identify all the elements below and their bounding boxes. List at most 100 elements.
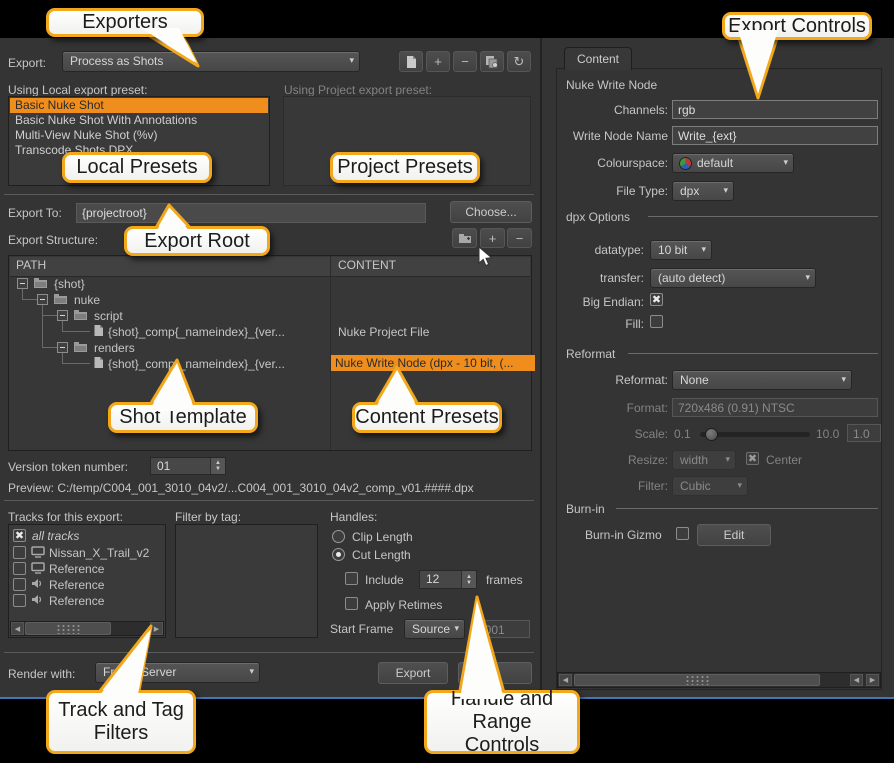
spin-down-icon[interactable]: ▼ [466,580,472,586]
track-item[interactable]: all tracks [32,529,79,543]
expander-icon[interactable] [57,310,68,321]
export-to-input[interactable]: {projectroot} [76,203,426,223]
clip-length-label: Clip Length [352,530,413,544]
export-label: Export: [8,56,46,70]
center-label: Center [766,453,802,467]
tree-row[interactable]: renders [94,341,135,355]
choose-button[interactable]: Choose... [450,201,532,223]
filter-by-tag-list[interactable] [175,524,318,638]
start-frame-dropdown[interactable]: Source ▾ [404,619,465,639]
tree-row[interactable]: script [94,309,123,323]
tree-row[interactable]: {shot} [54,277,85,291]
expander-icon[interactable] [57,342,68,353]
colourspace-dropdown[interactable]: default ▾ [672,153,794,173]
chevron-down-icon: ▾ [725,454,730,465]
add-path-button[interactable]: + [480,228,505,248]
reformat-dropdown[interactable]: None ▾ [672,370,852,390]
project-preset-label: Using Project export preset: [284,83,432,97]
all-tracks-checkbox[interactable]: ✖ [13,529,26,542]
channels-input[interactable]: rgb [672,100,878,119]
scroll-left-icon[interactable]: ◀ [11,622,24,635]
center-checkbox[interactable]: ✖ [746,452,759,465]
channels-label: Channels: [560,103,668,117]
big-endian-checkbox[interactable]: ✖ [650,293,663,306]
file-type-dropdown[interactable]: dpx ▾ [672,181,734,201]
expander-icon[interactable] [37,294,48,305]
scroll-left-icon[interactable]: ◀ [559,674,572,686]
burnin-gizmo-label: Burn-in Gizmo [585,528,662,542]
write-node-name-input[interactable]: Write_{ext} [672,126,878,145]
frames-spinner[interactable]: 12 ▲▼ [419,570,477,589]
revert-preset-button[interactable]: ↻ [507,51,531,72]
track-item[interactable]: Reference [49,594,161,608]
fill-checkbox[interactable] [650,315,663,328]
path-column-header[interactable]: PATH [16,258,46,272]
include-checkbox[interactable] [345,572,358,585]
chevron-down-icon: ▾ [349,55,354,66]
tree-row-content-selected[interactable]: Nuke Write Node (dpx - 10 bit, (... [331,355,535,371]
version-token-spinner[interactable]: 01 ▲▼ [150,457,226,475]
new-folder-button[interactable] [452,228,477,248]
track-checkbox[interactable] [13,546,26,559]
list-item[interactable]: Basic Nuke Shot With Annotations [10,113,268,128]
clip-length-radio[interactable] [332,530,345,543]
scale-min: 0.1 [674,427,691,441]
tree-row[interactable]: {shot}_comp{_nameindex}_{ver... [108,325,326,339]
plus-icon: + [434,54,442,69]
file-icon [93,356,104,369]
spinner-arrows-icon[interactable]: ▲▼ [210,458,225,474]
transfer-value: (auto detect) [658,271,725,285]
secondary-button[interactable] [458,662,532,684]
tree-header [10,257,530,277]
scroll-right-icon[interactable]: ▶ [866,674,879,686]
scrollbar-thumb[interactable] [25,622,111,635]
scale-slider-handle[interactable] [705,428,718,441]
filter-dropdown[interactable]: Cubic ▾ [672,476,748,496]
track-checkbox[interactable] [13,562,26,575]
edit-button[interactable]: Edit [697,524,771,546]
track-checkbox[interactable] [13,594,26,607]
tree-row[interactable]: {shot}_comp{_nameindex}_{ver... [108,357,326,371]
spinner-arrows-icon[interactable]: ▲▼ [461,571,476,588]
track-item[interactable]: Reference [49,562,161,576]
add-preset-button[interactable]: + [426,51,450,72]
new-preset-button[interactable] [399,51,423,72]
tree-row-content[interactable]: Nuke Project File [338,325,528,339]
track-item[interactable]: Nissan_X_Trail_v2 [49,546,161,560]
expander-icon[interactable] [17,278,28,289]
track-checkbox[interactable] [13,578,26,591]
exporter-dropdown[interactable]: Process as Shots ▾ [62,51,360,72]
list-item[interactable]: Multi-View Nuke Shot (%v) [10,128,268,143]
content-column-header[interactable]: CONTENT [338,258,396,272]
folder-icon [53,293,68,305]
spin-down-icon[interactable]: ▼ [215,466,221,472]
remove-preset-button[interactable]: − [453,51,477,72]
remove-path-button[interactable]: − [507,228,532,248]
datatype-dropdown[interactable]: 10 bit ▾ [650,240,712,260]
scroll-right-icon[interactable]: ▶ [150,622,163,635]
track-item[interactable]: Reference [49,578,161,592]
cut-length-radio[interactable] [332,548,345,561]
render-with-label: Render with: [8,667,75,681]
resize-dropdown[interactable]: width ▾ [672,450,736,470]
apply-retimes-checkbox[interactable] [345,597,358,610]
datatype-value: 10 bit [658,243,687,257]
reformat-title: Reformat [566,347,615,361]
scrollbar-thumb[interactable] [574,674,820,686]
burnin-gizmo-checkbox[interactable] [676,527,689,540]
list-item[interactable]: Basic Nuke Shot [10,98,268,113]
scroll-left-icon[interactable]: ◀ [850,674,863,686]
transfer-dropdown[interactable]: (auto detect) ▾ [650,268,816,288]
tree-row[interactable]: nuke [74,293,100,307]
local-preset-label: Using Local export preset: [8,83,147,97]
column-divider [330,256,331,450]
content-hscrollbar[interactable]: ◀ ◀ ▶ [557,672,881,688]
tracks-hscrollbar[interactable]: ◀ ▶ [10,621,164,636]
duplicate-preset-button[interactable] [480,51,504,72]
render-with-dropdown[interactable]: Frame Server ▾ [95,662,260,683]
tab-content[interactable]: Content [564,47,632,70]
panel-divider [540,38,542,698]
copy-gear-icon [485,55,499,69]
export-button[interactable]: Export [378,662,448,684]
check-icon: ✖ [748,453,757,465]
